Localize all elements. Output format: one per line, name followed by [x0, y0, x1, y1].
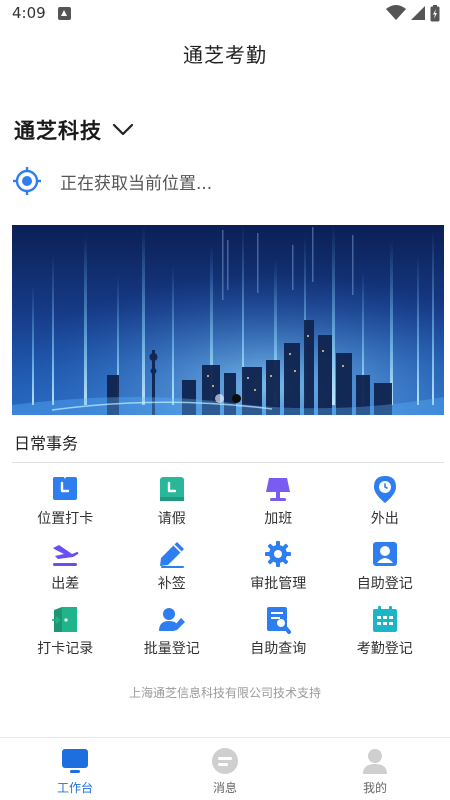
feature-attendance-register[interactable]: 考勤登记	[332, 598, 439, 660]
nav-label: 工作台	[56, 781, 93, 795]
feature-self-query[interactable]: 自助查询	[225, 598, 332, 660]
gear-icon	[263, 539, 293, 569]
company-name: 通芝科技	[14, 119, 102, 143]
battery-icon	[430, 4, 440, 21]
carousel-dot-active[interactable]	[232, 394, 241, 403]
person-card-icon	[370, 539, 400, 569]
message-icon	[210, 746, 240, 776]
feature-label: 打卡记录	[37, 641, 94, 657]
banner-carousel[interactable]	[12, 225, 444, 415]
feature-label: 外出	[370, 511, 399, 527]
nav-tab-workbench[interactable]: 工作台	[0, 738, 150, 800]
city-skyline-image	[12, 225, 444, 415]
document-search-icon	[263, 604, 293, 634]
feature-label: 出差	[51, 576, 80, 592]
feature-label: 自助登记	[356, 576, 413, 592]
carousel-dot[interactable]	[215, 394, 224, 403]
footer-support-text: 上海通芝信息科技有限公司技术支持	[128, 686, 321, 700]
notification-icon	[57, 6, 71, 20]
feature-leave[interactable]: 请假	[119, 468, 226, 530]
feature-label: 加班	[264, 511, 293, 527]
nav-label: 我的	[362, 781, 387, 795]
feature-approval[interactable]: 审批管理	[225, 533, 332, 595]
profile-icon	[360, 746, 390, 776]
feature-overtime[interactable]: 加班	[225, 468, 332, 530]
map-pin-icon	[370, 474, 400, 504]
feature-label: 补签	[157, 576, 186, 592]
location-status: 正在获取当前位置...	[60, 173, 213, 194]
feature-label: 自助查询	[250, 641, 307, 657]
feature-business-trip[interactable]: 出差	[12, 533, 119, 595]
status-time: 4:09	[12, 4, 46, 22]
nav-tab-profile[interactable]: 我的	[300, 738, 450, 800]
feature-resign[interactable]: 补签	[119, 533, 226, 595]
page-title: 通芝考勤	[183, 42, 267, 67]
locate-icon	[13, 167, 41, 195]
status-bar: 4:09	[0, 0, 450, 26]
feature-label: 批量登记	[143, 641, 200, 657]
title-bar: 通芝考勤	[0, 28, 450, 78]
location-row[interactable]: 正在获取当前位置...	[12, 165, 212, 197]
nav-label: 消息	[212, 781, 237, 795]
feature-clock-record[interactable]: 打卡记录	[12, 598, 119, 660]
chevron-down-icon	[112, 123, 134, 136]
workbench-icon	[60, 746, 90, 776]
section-divider	[12, 462, 444, 463]
signal-icon	[411, 6, 425, 20]
bottom-nav: 工作台 消息 我的	[0, 737, 450, 800]
feature-label: 考勤登记	[356, 641, 413, 657]
section-title: 日常事务	[14, 434, 79, 453]
company-selector[interactable]: 通芝科技	[14, 113, 134, 147]
feature-label: 位置打卡	[37, 511, 94, 527]
leave-calendar-icon	[157, 474, 187, 504]
calendar-grid-icon	[370, 604, 400, 634]
pen-icon	[157, 539, 187, 569]
lamp-icon	[263, 474, 293, 504]
feature-label: 审批管理	[250, 576, 307, 592]
feature-grid: 位置打卡 请假 加班 外出 出差 补签 审批管理 自助登记 打卡记录 批量登记 …	[12, 468, 438, 660]
feature-batch-register[interactable]: 批量登记	[119, 598, 226, 660]
nav-tab-messages[interactable]: 消息	[150, 738, 300, 800]
plane-icon	[50, 539, 80, 569]
user-edit-icon	[157, 604, 187, 634]
location-clock-icon	[50, 474, 80, 504]
wifi-icon	[386, 5, 406, 20]
carousel-indicator	[12, 394, 444, 403]
feature-label: 请假	[157, 511, 186, 527]
feature-location-clock[interactable]: 位置打卡	[12, 468, 119, 530]
door-exit-icon	[50, 604, 80, 634]
feature-self-register[interactable]: 自助登记	[332, 533, 439, 595]
feature-go-out[interactable]: 外出	[332, 468, 439, 530]
